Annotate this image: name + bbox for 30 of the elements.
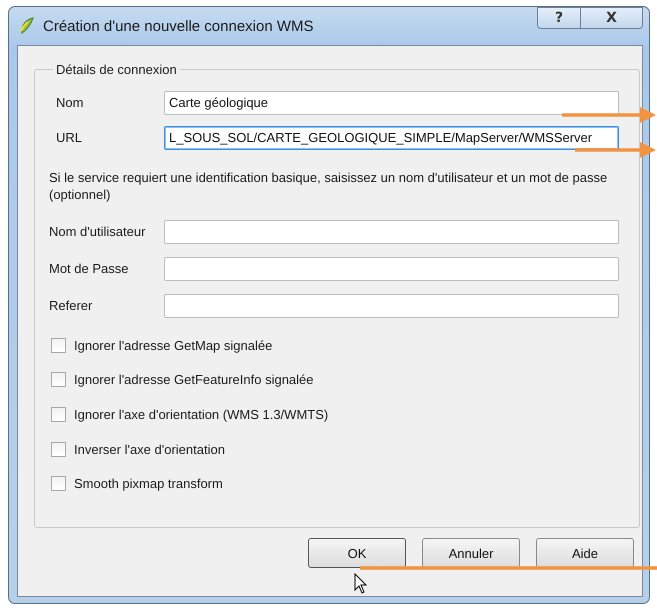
field-label: URL — [55, 130, 84, 145]
text-field[interactable]: Carte géologique — [164, 90, 619, 114]
mouse-pointer-icon — [354, 573, 368, 595]
info-text: Si le service requiert une identification basique, saisissez un nom d'utilisateur et un mot de passe (optionnel) — [49, 169, 608, 203]
field-label: Mot de Passe — [49, 261, 130, 276]
field-label: Nom d'utilisateur — [49, 224, 146, 239]
field-label: Referer — [49, 298, 94, 313]
window-title: Création d'une nouvelle connexion WMS — [43, 18, 315, 34]
text-field[interactable] — [164, 294, 619, 318]
checkbox-label: Smooth pixmap transform — [74, 476, 223, 492]
checkbox[interactable] — [51, 338, 66, 353]
checkbox-label: Ignorer l'axe d'orientation (WMS 1.3/WMTS) — [74, 406, 328, 422]
group-title: Détails de connexion — [55, 62, 178, 77]
dialog-button[interactable]: OK — [308, 538, 406, 568]
close-button[interactable]: X — [581, 7, 643, 29]
dialog-button[interactable]: Aide — [536, 538, 634, 568]
checkbox[interactable] — [51, 372, 66, 388]
text-field[interactable] — [164, 256, 619, 280]
text-field[interactable] — [164, 220, 619, 244]
field-label: Nom — [55, 95, 84, 110]
checkbox-label: Ignorer l'adresse GetFeatureInfo signalée — [74, 372, 314, 388]
checkbox-label: Ignorer l'adresse GetMap signalée — [74, 338, 272, 353]
text-field[interactable]: L_SOUS_SOL/CARTE_GEOLOGIQUE_SIMPLE/MapServer/WMSServer — [164, 126, 619, 150]
checkbox-label: Inverser l'axe d'orientation — [74, 442, 225, 457]
checkbox[interactable] — [51, 442, 66, 457]
help-button[interactable]: ? — [537, 7, 581, 29]
checkbox[interactable] — [51, 406, 66, 422]
checkbox[interactable] — [51, 476, 66, 492]
dialog-button[interactable]: Annuler — [422, 538, 520, 568]
leaf-icon — [19, 17, 35, 35]
